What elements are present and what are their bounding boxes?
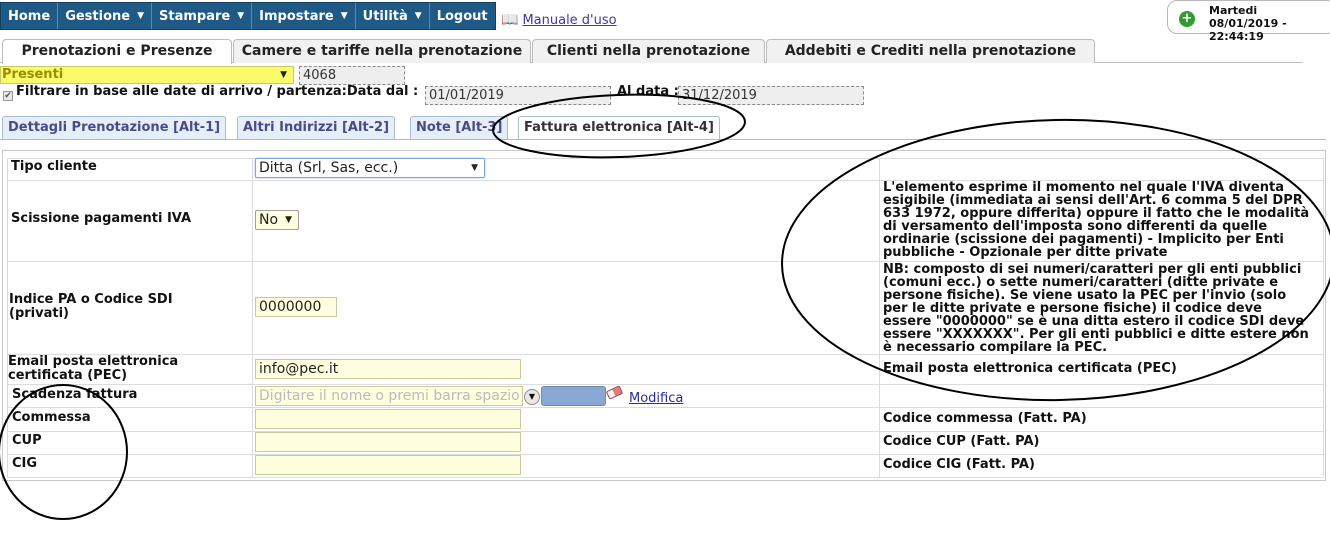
help-line: pubbliche - Opzionale per ditte private — [883, 245, 1168, 260]
col-divider — [252, 158, 253, 477]
col-divider — [1323, 158, 1324, 477]
presence-filter-value: Presenti — [2, 67, 64, 82]
tipo-cliente-label: Tipo cliente — [11, 159, 97, 174]
cig-input[interactable] — [255, 455, 521, 475]
booking-number-field[interactable]: 4068 — [299, 66, 405, 85]
cup-input[interactable] — [255, 432, 521, 452]
datetime-box: + Martedi 08/01/2019 - 22:44:19 — [1167, 0, 1330, 43]
chevron-down-icon: ▼ — [137, 11, 145, 21]
color-swatch[interactable] — [541, 386, 606, 406]
nav-home[interactable]: Home — [1, 3, 59, 29]
subtab-label: Altri Indirizzi [Alt-2] — [243, 120, 390, 135]
cig-label: CIG — [12, 456, 38, 471]
indice-pa-help: NB: composto di sei numeri/caratteri per… — [883, 263, 1309, 354]
nav-impostare[interactable]: Impostare ▼ — [252, 3, 356, 29]
manual-link[interactable]: 📖 Manuale d'uso — [501, 12, 617, 28]
main-tab-bar: Prenotazioni e Presenze Camere e tariffe… — [0, 39, 1303, 64]
date-filter-checkbox[interactable]: ✔ — [3, 91, 13, 101]
cig-help: Codice CIG (Fatt. PA) — [883, 457, 1035, 472]
dropdown-button[interactable]: ▼ — [524, 389, 540, 405]
tab-prenotazioni-presenze[interactable]: Prenotazioni e Presenze — [2, 39, 232, 64]
subtab-label: Fattura elettronica [Alt-4] — [524, 120, 714, 135]
tab-label: Prenotazioni e Presenze — [21, 43, 213, 59]
scissione-value: No — [259, 212, 279, 228]
chevron-down-icon: ▼ — [471, 163, 478, 173]
pec-help: Email posta elettronica certificata (PEC… — [883, 361, 1177, 376]
scissione-select[interactable]: No ▼ — [255, 210, 299, 230]
subtab-label: Note [Alt-3] — [416, 120, 503, 135]
chevron-down-icon: ▼ — [285, 215, 292, 225]
top-nav-bar: Home Gestione ▼ Stampare ▼ Impostare ▼ Util… — [0, 2, 496, 30]
nav-utilita-label: Utilità — [362, 8, 408, 24]
scadenza-label: Scadenza fattura — [12, 387, 138, 402]
subtab-baseline — [0, 139, 1326, 140]
commessa-help: Codice commessa (Fatt. PA) — [883, 411, 1087, 426]
tipo-cliente-value: Ditta (Srl, Sas, ecc.) — [259, 160, 399, 176]
cup-help: Codice CUP (Fatt. PA) — [883, 434, 1040, 449]
chevron-down-icon: ▼ — [414, 11, 422, 21]
col-divider — [879, 158, 880, 477]
subtab-dettagli[interactable]: Dettagli Prenotazione [Alt-1] — [2, 116, 227, 139]
presence-filter-select[interactable]: Presenti ▼ — [0, 66, 294, 84]
tab-addebiti-crediti[interactable]: Addebiti e Crediti nella prenotazione — [766, 39, 1095, 63]
col-divider — [7, 158, 8, 477]
nav-stampare[interactable]: Stampare ▼ — [152, 3, 253, 29]
date-filter-label: Filtrare in base alle date di arrivo / p… — [16, 84, 419, 99]
row-divider — [7, 158, 1323, 159]
row-divider — [7, 431, 1323, 432]
subtab-note[interactable]: Note [Alt-3] — [410, 116, 509, 139]
subtab-label: Dettagli Prenotazione [Alt-1] — [8, 120, 221, 135]
nav-impostare-label: Impostare — [259, 8, 334, 24]
nav-logout[interactable]: Logout — [430, 3, 495, 29]
manual-link-label: Manuale d'uso — [522, 12, 617, 28]
weekday-label: Martedi — [1209, 4, 1258, 17]
book-icon: 📖 — [501, 12, 519, 28]
date-to-field[interactable]: 31/12/2019 — [678, 86, 864, 105]
plus-icon[interactable]: + — [1179, 11, 1195, 27]
tab-clienti[interactable]: Clienti nella prenotazione — [532, 39, 765, 63]
row-divider — [7, 384, 1323, 385]
tab-label: Camere e tariffe nella prenotazione — [241, 43, 523, 59]
chevron-down-icon: ▼ — [280, 70, 287, 80]
date-from-field[interactable]: 01/01/2019 — [425, 86, 611, 105]
scadenza-input[interactable]: Digitare il nome o premi barra spazio — [255, 386, 523, 406]
commessa-label: Commessa — [12, 410, 91, 425]
scissione-help: L'elemento esprime il momento nel quale … — [883, 181, 1309, 259]
pec-input[interactable]: info@pec.it — [255, 359, 521, 379]
pec-label: Email posta elettronica certificata (PEC… — [8, 354, 179, 383]
indice-pa-input[interactable]: 0000000 — [255, 297, 337, 317]
date-to-label: Al data : — [617, 84, 679, 99]
subtab-fattura-elettronica[interactable]: Fattura elettronica [Alt-4] — [518, 116, 720, 140]
chevron-down-icon: ▼ — [528, 392, 536, 401]
tipo-cliente-select[interactable]: Ditta (Srl, Sas, ecc.) ▼ — [255, 158, 485, 178]
nav-logout-label: Logout — [436, 8, 488, 24]
row-divider — [7, 477, 1323, 478]
row-divider — [7, 454, 1323, 455]
nav-home-label: Home — [8, 8, 51, 24]
modifica-link[interactable]: Modifica — [629, 391, 683, 406]
help-line: è necessario compilare la PEC. — [883, 340, 1108, 355]
subtab-altri-indirizzi[interactable]: Altri Indirizzi [Alt-2] — [237, 116, 396, 139]
nav-gestione-label: Gestione — [65, 8, 131, 24]
scissione-label: Scissione pagamenti IVA — [11, 211, 192, 226]
chevron-down-icon: ▼ — [340, 11, 348, 21]
nav-gestione[interactable]: Gestione ▼ — [58, 3, 153, 29]
nav-utilita[interactable]: Utilità ▼ — [356, 3, 430, 29]
row-divider — [7, 407, 1323, 408]
chevron-down-icon: ▼ — [237, 11, 245, 21]
tab-label: Addebiti e Crediti nella prenotazione — [784, 43, 1077, 59]
tab-camere-tariffe[interactable]: Camere e tariffe nella prenotazione — [233, 39, 531, 63]
commessa-input[interactable] — [255, 409, 521, 429]
cup-label: CUP — [12, 433, 42, 448]
nav-stampare-label: Stampare — [159, 8, 231, 24]
tab-label: Clienti nella prenotazione — [546, 43, 751, 59]
indice-pa-label: Indice PA o Codice SDI (privati) — [9, 292, 173, 321]
